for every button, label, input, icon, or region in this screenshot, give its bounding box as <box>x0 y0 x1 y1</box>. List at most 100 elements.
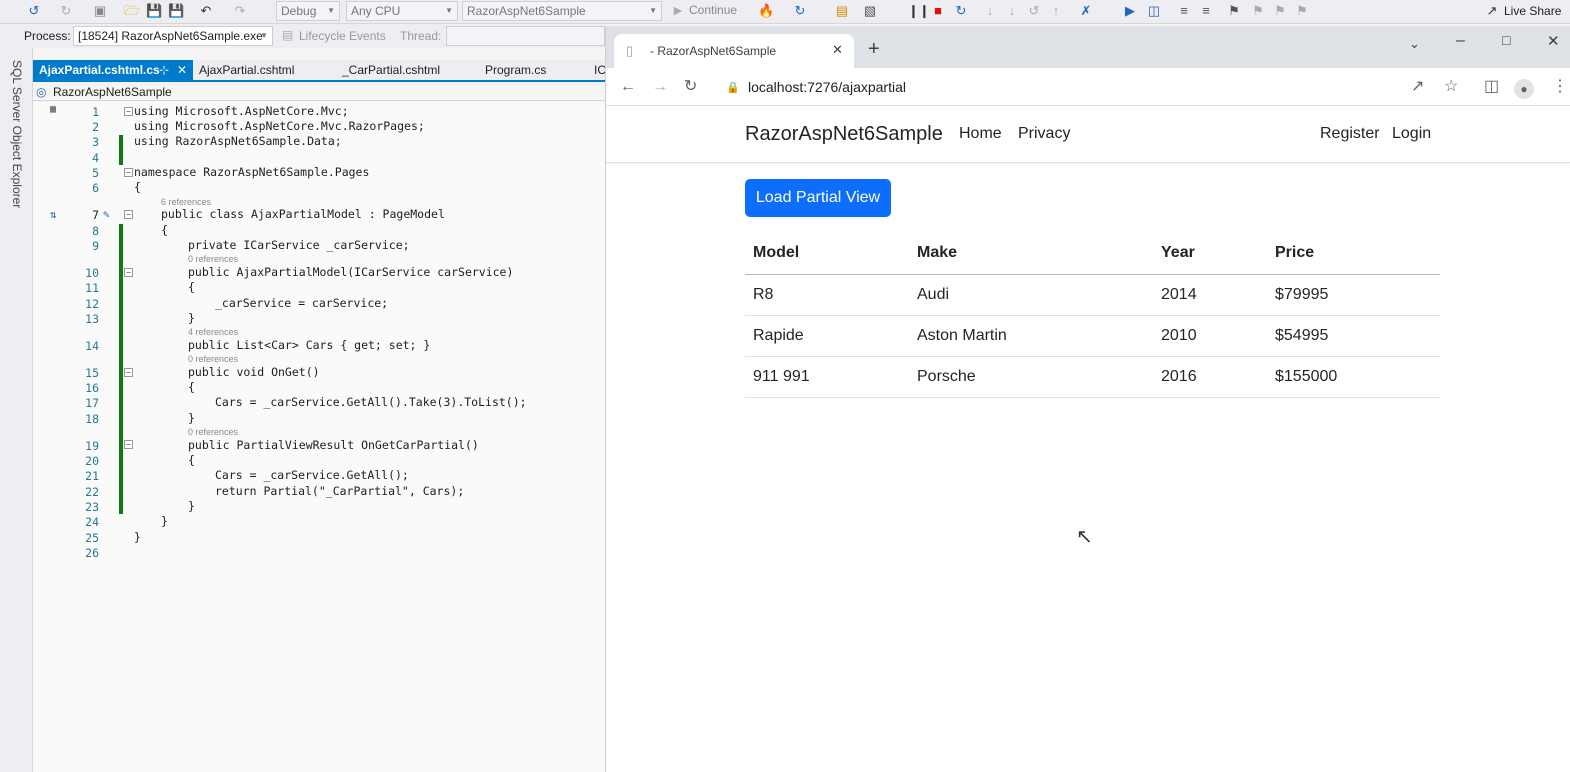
code-line: } <box>134 530 141 544</box>
process-dropdown[interactable]: [18524] RazorAspNet6Sample.exe ▼ <box>73 26 273 46</box>
hot-reload-icon[interactable]: 🔥 <box>758 3 774 19</box>
thread-dropdown[interactable] <box>446 26 605 46</box>
browser-link-icon[interactable]: ▤ <box>834 3 850 19</box>
bookmark-star-icon[interactable]: ☆ <box>1444 79 1458 95</box>
quick-actions-icon[interactable]: ▦ <box>50 104 56 115</box>
minimize-icon[interactable]: – <box>1456 32 1465 50</box>
continue-button[interactable]: Continue <box>689 3 737 17</box>
collapse-icon[interactable]: − <box>124 168 133 177</box>
paintbrush-icon[interactable]: ✎ <box>103 208 110 221</box>
cell-year: 2014 <box>1153 274 1267 316</box>
vs-toolbar: ↺ ↻ ▣ 🗁 💾 💾 ↶ ↷ Debug ▼ Any CPU ▼ RazorAsp… <box>0 0 1570 24</box>
window-icon[interactable]: ▧ <box>862 3 878 19</box>
line-number: 6 <box>92 181 99 195</box>
tab-carpartial-cshtml[interactable]: _CarPartial.cshtml <box>336 60 446 80</box>
platform-dropdown[interactable]: Any CPU ▼ <box>346 1 458 21</box>
new-item-icon[interactable]: ▣ <box>92 3 108 19</box>
diagnostics-icon[interactable]: ✗ <box>1078 3 1094 19</box>
back-nav-icon[interactable]: ↺ <box>26 3 42 19</box>
collapse-icon[interactable]: − <box>124 268 133 277</box>
browser-tab[interactable]: ▯ - RazorAspNet6Sample ✕ <box>614 34 854 68</box>
site-brand[interactable]: RazorAspNet6Sample <box>745 123 943 146</box>
navigation-bar[interactable]: ◎ RazorAspNet6Sample <box>33 84 605 101</box>
line-number: 2 <box>92 120 99 134</box>
live-share-icon[interactable]: ↗ <box>1484 3 1500 19</box>
pause-icon[interactable]: ❙❙ <box>908 3 930 19</box>
side-panel-icon[interactable]: ◫ <box>1484 79 1499 95</box>
reload-icon[interactable]: ↻ <box>684 79 697 95</box>
startup-project-dropdown[interactable]: RazorAspNet6Sample ▼ <box>462 1 662 21</box>
browser-window: ▯ - RazorAspNet6Sample ✕ + ⌄ – □ ✕ ← → ↻… <box>605 26 1570 772</box>
prev-bookmark-icon[interactable]: ⚑ <box>1250 3 1266 19</box>
collapse-icon[interactable]: − <box>124 107 133 116</box>
lock-icon[interactable]: 🔒 <box>726 80 740 96</box>
forward-nav-icon[interactable]: ↻ <box>58 3 74 19</box>
code-editor[interactable]: ▦ ⇅ ✎ − − − − − − 1 2 3 4 5 6 7 8 9 10 1… <box>33 102 605 772</box>
tab-ajaxpartial-cshtml[interactable]: AjaxPartial.cshtml <box>193 60 300 80</box>
collapse-icon[interactable]: − <box>124 440 133 449</box>
table-row: R8 Audi 2014 $79995 <box>745 274 1440 316</box>
bookmark-icon[interactable]: ⚑ <box>1226 3 1242 19</box>
code-lens-references[interactable]: 4 references <box>188 327 238 337</box>
lifecycle-events-button[interactable]: Lifecycle Events <box>299 29 386 43</box>
sql-server-object-explorer-tab[interactable]: SQL Server Object Explorer <box>10 60 24 208</box>
step-over-icon[interactable]: ↓ <box>1004 3 1020 19</box>
collapse-icon[interactable]: − <box>124 210 133 219</box>
open-folder-icon[interactable]: 🗁 <box>124 3 140 19</box>
code-line: } <box>188 411 195 425</box>
code-lens-icon[interactable]: ⇅ <box>50 208 57 221</box>
step-out-icon[interactable]: ↑ <box>1048 3 1064 19</box>
share-icon[interactable]: ↗ <box>1411 79 1424 95</box>
back-icon[interactable]: ← <box>620 79 636 95</box>
nav-link-privacy[interactable]: Privacy <box>1018 125 1070 143</box>
close-icon[interactable]: ✕ <box>177 60 187 80</box>
code-lens-references[interactable]: 0 references <box>188 254 238 264</box>
restart-debug-icon[interactable]: ↻ <box>953 3 969 19</box>
redo-icon[interactable]: ↷ <box>232 3 248 19</box>
nav-link-register[interactable]: Register <box>1320 125 1380 143</box>
collapse-icon[interactable]: − <box>124 368 133 377</box>
tab-label: AjaxPartial.cshtml.cs <box>39 63 160 77</box>
close-tab-icon[interactable]: ✕ <box>832 42 843 58</box>
forward-icon[interactable]: → <box>652 79 668 95</box>
clear-bookmark-icon[interactable]: ⚑ <box>1294 3 1310 19</box>
nav-link-login[interactable]: Login <box>1392 125 1431 143</box>
address-bar[interactable]: localhost:7276/ajaxpartial <box>748 79 906 95</box>
profile-avatar-icon[interactable]: ● <box>1514 79 1534 99</box>
load-partial-view-button[interactable]: Load Partial View <box>745 179 891 217</box>
indent-icon[interactable]: ≡ <box>1176 3 1192 19</box>
live-share-button[interactable]: Live Share <box>1504 4 1561 18</box>
outdent-icon[interactable]: ≡ <box>1198 3 1214 19</box>
stop-icon[interactable]: ■ <box>930 3 946 19</box>
new-tab-icon[interactable]: + <box>868 38 880 61</box>
next-bookmark-icon[interactable]: ⚑ <box>1272 3 1288 19</box>
cursor-select-icon[interactable]: ▶ <box>1122 3 1138 19</box>
tab-ajaxpartial-cshtml-cs[interactable]: AjaxPartial.cshtml.cs ⊹ ✕ <box>33 60 193 80</box>
tab-search-icon[interactable]: ⌄ <box>1409 36 1420 52</box>
code-lens-references[interactable]: 0 references <box>188 354 238 364</box>
save-icon[interactable]: 💾 <box>146 3 162 19</box>
undo-icon[interactable]: ↶ <box>198 3 214 19</box>
continue-play-icon[interactable]: ▶ <box>670 3 686 19</box>
tab-program-cs[interactable]: Program.cs <box>479 60 552 80</box>
save-all-icon[interactable]: 💾 <box>168 3 184 19</box>
nav-link-home[interactable]: Home <box>959 125 1002 143</box>
process-value: [18524] RazorAspNet6Sample.exe <box>78 29 263 43</box>
restart-icon[interactable]: ↻ <box>792 3 808 19</box>
line-number: 1 <box>92 105 99 119</box>
menu-kebab-icon[interactable]: ⋮ <box>1552 79 1568 95</box>
step-into-icon[interactable]: ↓ <box>982 3 998 19</box>
close-window-icon[interactable]: ✕ <box>1547 32 1560 50</box>
debug-location-bar: Process: [18524] RazorAspNet6Sample.exe ▼… <box>0 24 605 48</box>
code-lens-references[interactable]: 6 references <box>161 197 211 207</box>
pin-icon[interactable]: ⊹ <box>159 60 169 80</box>
maximize-icon[interactable]: □ <box>1502 32 1510 48</box>
config-dropdown[interactable]: Debug ▼ <box>276 1 340 21</box>
page-icon: ▯ <box>626 43 634 58</box>
code-lens-references[interactable]: 0 references <box>188 427 238 437</box>
project-icon: ◎ <box>36 85 47 99</box>
step-back-icon[interactable]: ↺ <box>1026 3 1042 19</box>
code-line: using Microsoft.AspNetCore.Mvc.RazorPage… <box>134 119 425 133</box>
panel-icon[interactable]: ◫ <box>1146 3 1162 19</box>
platform-value: Any CPU <box>351 4 401 18</box>
